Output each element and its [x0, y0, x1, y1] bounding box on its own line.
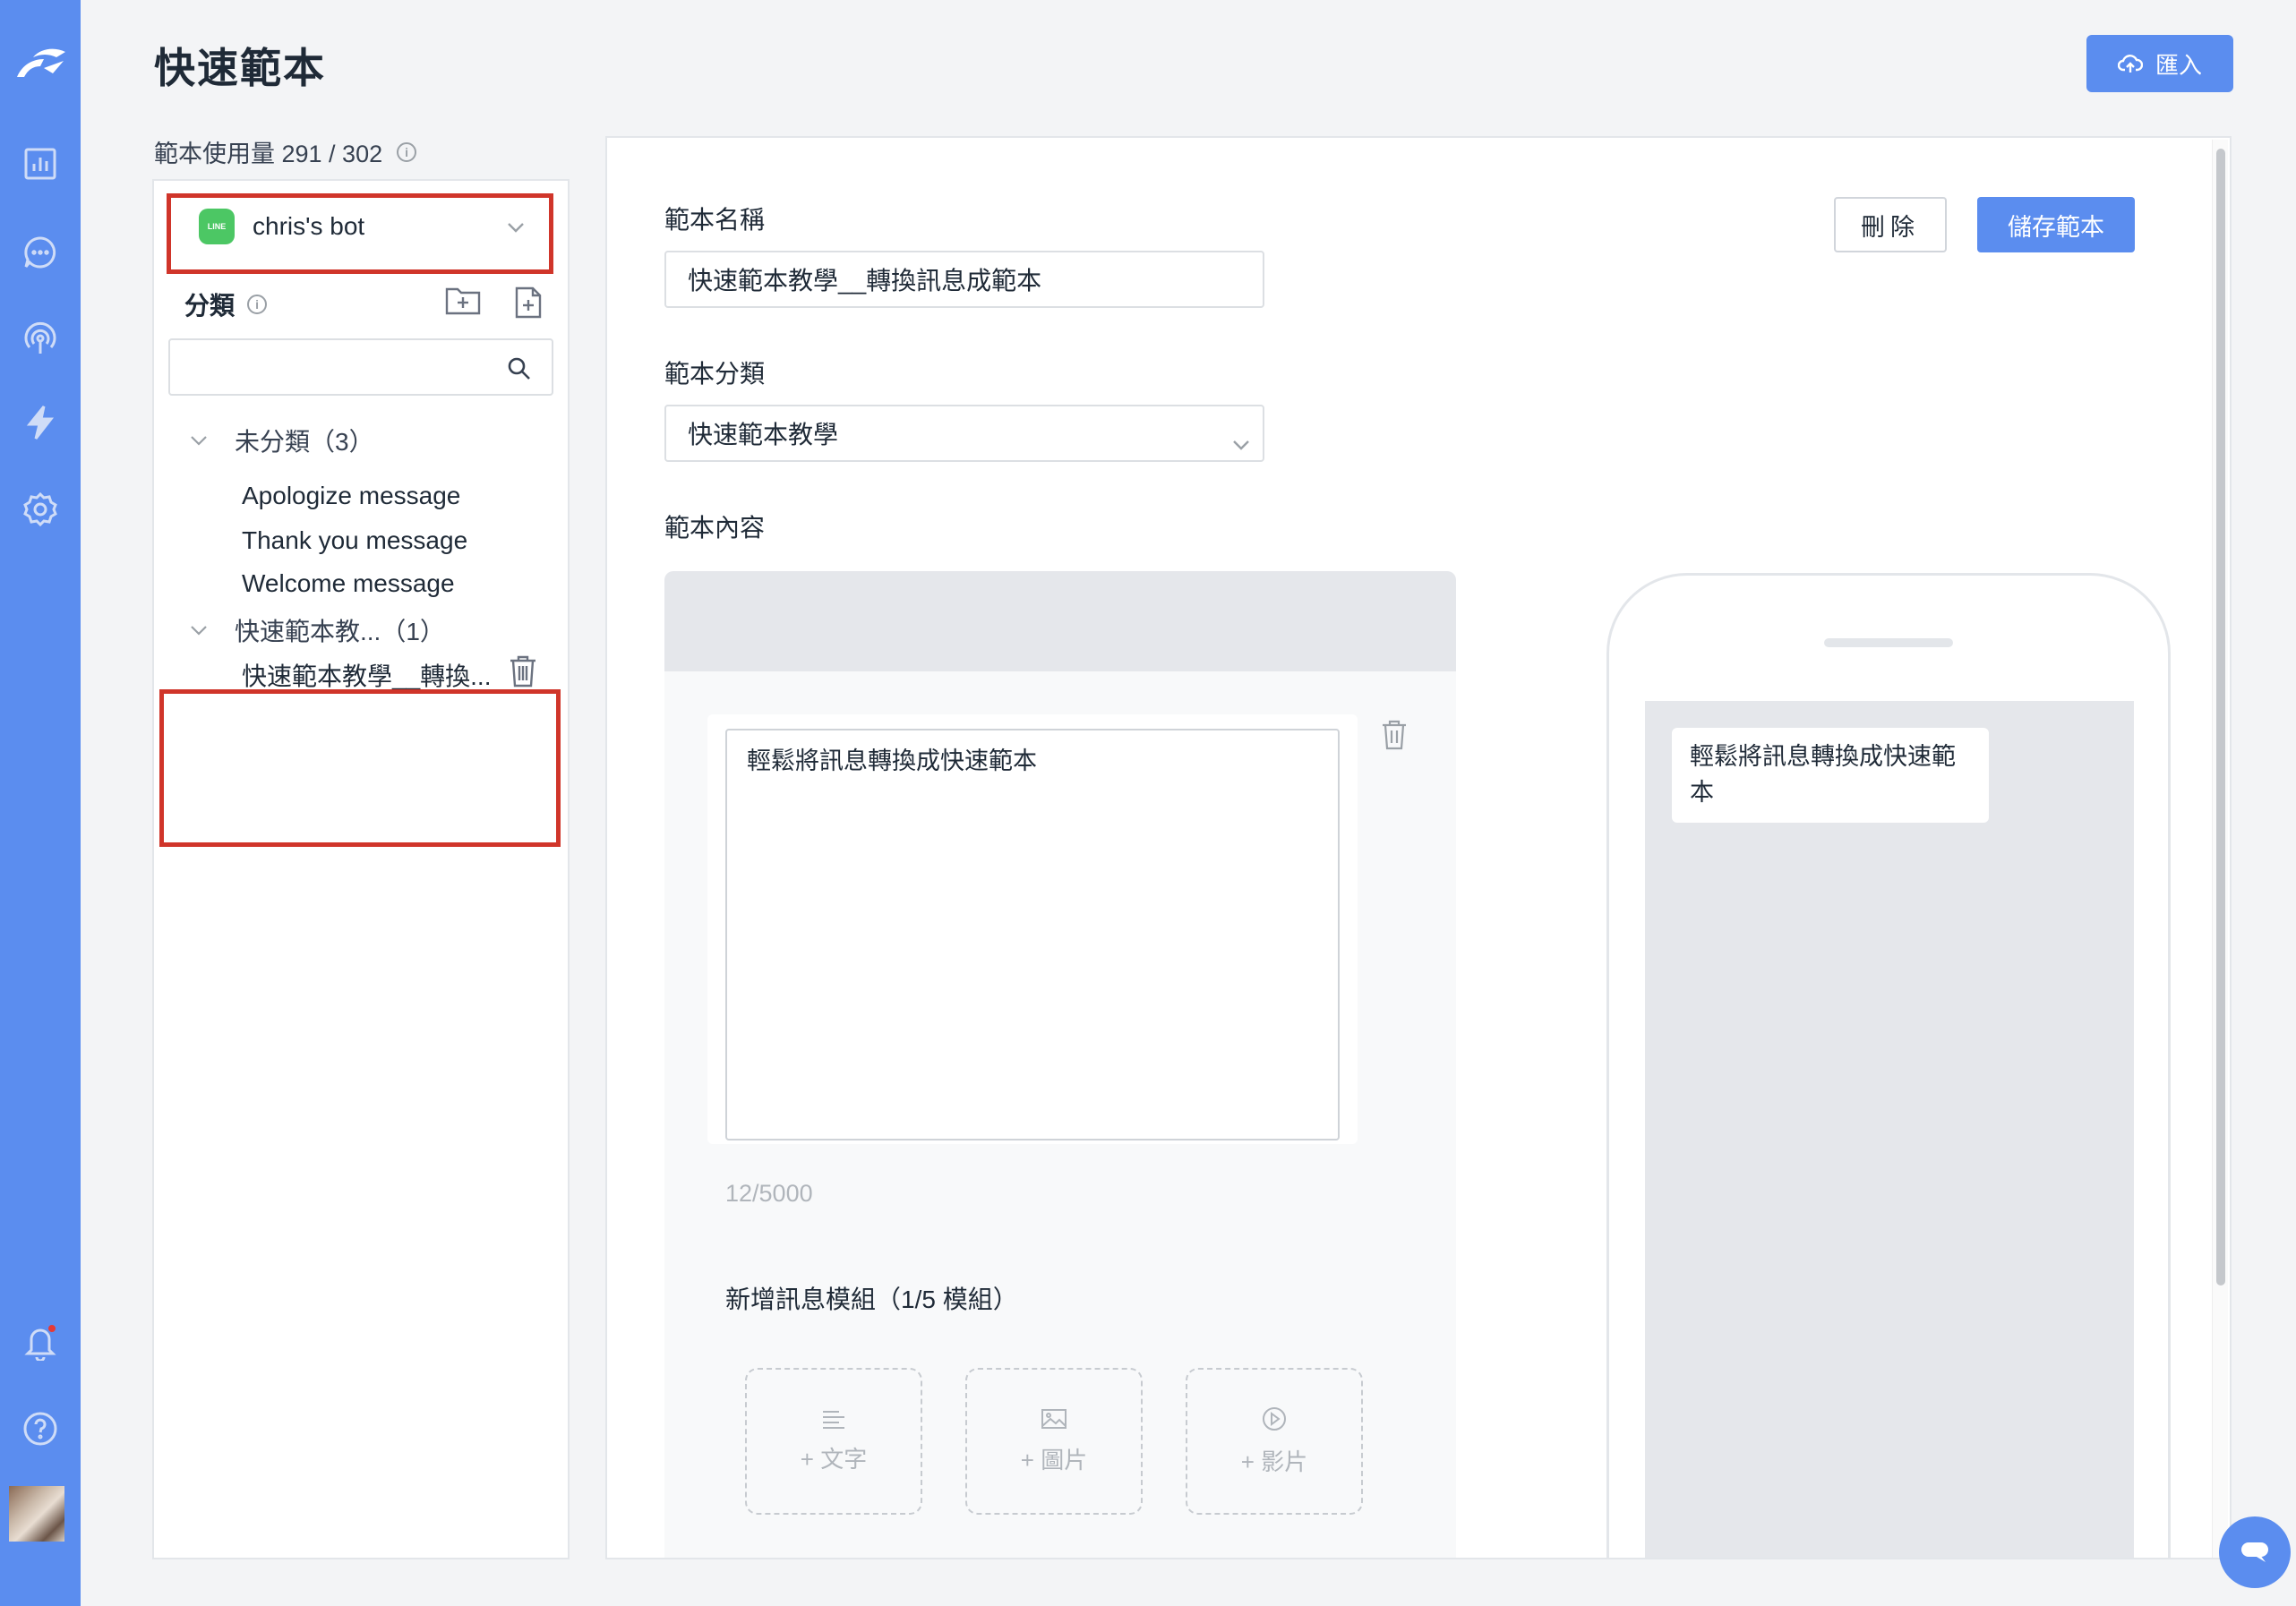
cloud-upload-icon: [2117, 55, 2143, 73]
avatar[interactable]: [9, 1486, 64, 1542]
phone-speaker: [1824, 638, 1953, 647]
chevron-down-icon: [191, 626, 207, 636]
message-textarea[interactable]: 輕鬆將訊息轉換成快速範本: [725, 729, 1340, 1140]
import-button[interactable]: 匯入: [2086, 35, 2233, 92]
scrollbar-thumb[interactable]: [2216, 149, 2225, 1286]
add-image-button[interactable]: + 圖片: [965, 1368, 1143, 1515]
tree-item[interactable]: Welcome message: [242, 569, 455, 598]
search-icon: [508, 357, 530, 380]
gear-icon[interactable]: [0, 491, 81, 528]
chevron-down-icon: [191, 436, 207, 446]
add-text-button[interactable]: + 文字: [745, 1368, 922, 1515]
text-module-card: 輕鬆將訊息轉換成快速範本: [707, 714, 1358, 1144]
app-root: 快速範本 匯入 範本使用量 291 / 302 i LINE chris's b…: [0, 0, 2296, 1606]
notification-dot: [47, 1323, 57, 1334]
chat-support-button[interactable]: [2219, 1516, 2291, 1588]
template-search-input[interactable]: [168, 338, 553, 396]
highlight-box-bot: [167, 193, 553, 274]
category-field-label: 範本分類: [664, 360, 766, 388]
editor-header: [664, 571, 1456, 671]
chat-icon: [2241, 1542, 2268, 1562]
template-name-input[interactable]: 快速範本教學__轉換訊息成範本: [664, 251, 1264, 308]
bell-icon[interactable]: [0, 1323, 81, 1361]
tree-group-uncategorized[interactable]: 未分類（3）: [190, 423, 374, 458]
category-header: 分類 i: [184, 286, 543, 322]
add-file-icon[interactable]: [514, 286, 543, 324]
import-label: 匯入: [2155, 51, 2202, 79]
category-label: 分類: [184, 292, 236, 320]
play-circle-icon: [1263, 1406, 1286, 1431]
tree-group-quick-tutorial[interactable]: 快速範本教...（1）: [190, 612, 445, 648]
trash-icon[interactable]: [1381, 720, 1408, 755]
image-icon: [1041, 1408, 1067, 1429]
delete-button[interactable]: 刪除: [1834, 197, 1947, 252]
highlight-box-category: [159, 689, 561, 847]
template-sidebar: LINE chris's bot 分類 i 未分類（3） Apologize m…: [152, 179, 570, 1559]
bar-chart-icon[interactable]: [0, 147, 81, 181]
trash-icon[interactable]: [509, 655, 537, 694]
brand-logo[interactable]: [0, 47, 81, 82]
content-label: 範本內容: [664, 514, 766, 542]
char-counter: 12/5000: [725, 1180, 813, 1207]
save-template-button[interactable]: 儲存範本: [1977, 197, 2135, 252]
info-icon[interactable]: i: [397, 141, 417, 162]
phone-screen: 輕鬆將訊息轉換成快速範本: [1645, 701, 2134, 1558]
info-icon[interactable]: i: [247, 295, 268, 314]
panel-scrollbar[interactable]: [2212, 140, 2228, 1558]
tree-item-selected[interactable]: 快速範本教學__轉換...: [242, 655, 537, 694]
add-video-button[interactable]: + 影片: [1186, 1368, 1363, 1515]
tree-item[interactable]: Thank you message: [242, 526, 467, 555]
nav-rail: [0, 0, 81, 1606]
help-icon[interactable]: [0, 1411, 81, 1447]
page-title: 快速範本: [154, 45, 326, 91]
name-label: 範本名稱: [664, 206, 766, 234]
lightning-icon[interactable]: [0, 405, 81, 440]
add-folder-icon[interactable]: [444, 286, 482, 324]
tree-item[interactable]: Apologize message: [242, 482, 460, 510]
text-lines-icon: [823, 1410, 844, 1429]
preview-message-bubble: 輕鬆將訊息轉換成快速範本: [1672, 728, 1989, 823]
category-select[interactable]: 快速範本教學: [664, 405, 1264, 462]
broadcast-icon[interactable]: [0, 320, 81, 356]
add-module-title: 新增訊息模組（1/5 模組）: [725, 1286, 1018, 1313]
template-editor-panel: 範本名稱 快速範本教學__轉換訊息成範本 刪除 儲存範本 範本分類 快速範本教學…: [605, 136, 2232, 1559]
phone-preview: 輕鬆將訊息轉換成快速範本: [1606, 573, 2171, 1558]
chevron-down-icon: [1232, 428, 1250, 450]
usage-info: 範本使用量 291 / 302 i: [154, 134, 417, 169]
message-editor: 輕鬆將訊息轉換成快速範本 12/5000 新增訊息模組（1/5 模組） + 文字…: [664, 571, 1456, 1558]
usage-label: 範本使用量 291 / 302: [154, 141, 383, 167]
chat-bubble-icon[interactable]: [0, 235, 81, 270]
